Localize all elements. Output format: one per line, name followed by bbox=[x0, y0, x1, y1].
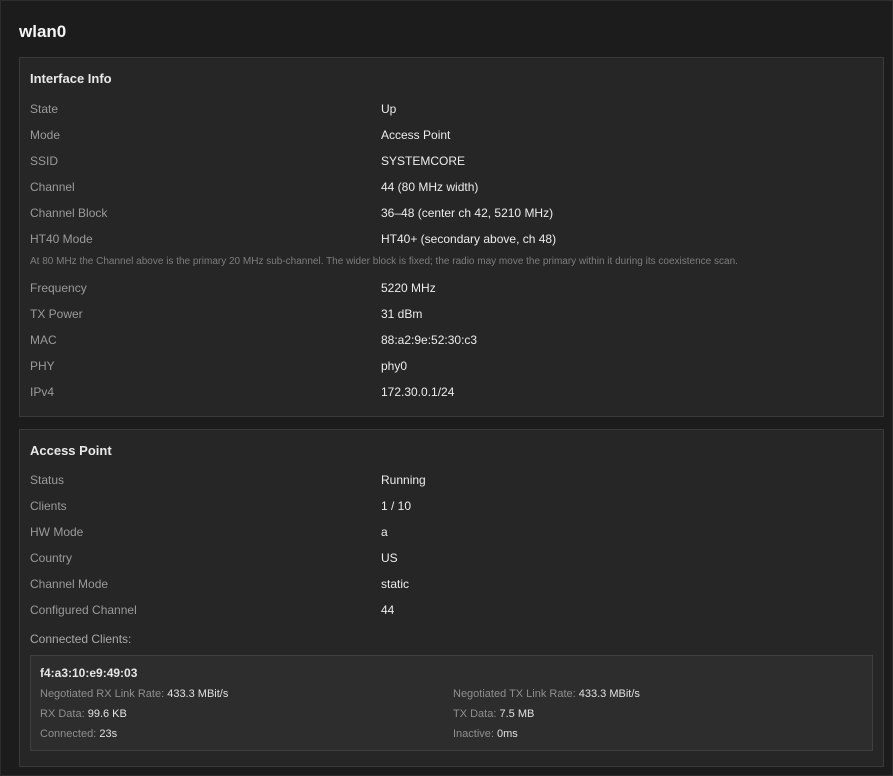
ap-row-clients: Clients 1 / 10 bbox=[30, 499, 870, 517]
ap-label: Clients bbox=[30, 499, 67, 513]
ap-label: HW Mode bbox=[30, 525, 84, 539]
client-tx-data: TX Data: 7.5 MB bbox=[453, 708, 534, 720]
info-row-mac: MAC 88:a2:9e:52:30:c3 bbox=[30, 333, 870, 351]
ap-row-country: Country US bbox=[30, 551, 870, 569]
stat-value: 23s bbox=[99, 728, 118, 740]
info-label: PHY bbox=[30, 359, 55, 373]
page-title: wlan0 bbox=[19, 22, 67, 41]
ap-value: 1 / 10 bbox=[381, 499, 412, 513]
interface-info-title: Interface Info bbox=[30, 71, 112, 86]
client-tx-rate: Negotiated TX Link Rate: 433.3 MBit/s bbox=[453, 688, 640, 700]
access-point-title: Access Point bbox=[30, 443, 112, 458]
stat-value: 433.3 MBit/s bbox=[167, 688, 229, 700]
ap-value: a bbox=[381, 525, 388, 539]
client-rx-data: RX Data: 99.6 KB bbox=[40, 708, 127, 720]
info-value: SYSTEMCORE bbox=[381, 154, 466, 168]
info-row-ipv4: IPv4 172.30.0.1/24 bbox=[30, 385, 870, 403]
info-value: 44 (80 MHz width) bbox=[381, 180, 479, 194]
info-label: Channel bbox=[30, 180, 75, 194]
info-row-channel: Channel 44 (80 MHz width) bbox=[30, 180, 870, 198]
stat-key: RX Data: bbox=[40, 708, 85, 720]
info-row-mode: Mode Access Point bbox=[30, 128, 870, 146]
info-label: IPv4 bbox=[30, 385, 55, 399]
client-card[interactable]: f4:a3:10:e9:49:03 Negotiated RX Link Rat… bbox=[30, 655, 873, 751]
info-value: 36–48 (center ch 42, 5210 MHz) bbox=[381, 206, 554, 220]
info-label: Channel Block bbox=[30, 206, 108, 220]
info-label: MAC bbox=[30, 333, 57, 347]
ap-label: Country bbox=[30, 551, 73, 565]
stat-value: 0ms bbox=[497, 728, 518, 740]
info-row-tx-power: TX Power 31 dBm bbox=[30, 307, 870, 325]
ap-row-configured-channel: Configured Channel 44 bbox=[30, 603, 870, 621]
connected-clients-heading: Connected Clients: bbox=[30, 632, 132, 646]
info-row-ssid: SSID SYSTEMCORE bbox=[30, 154, 870, 172]
stat-key: Negotiated TX Link Rate: bbox=[453, 688, 576, 700]
info-row-ht40-mode: HT40 Mode HT40+ (secondary above, ch 48) bbox=[30, 232, 870, 250]
access-point-card: Access Point Status Running Clients 1 / … bbox=[19, 429, 884, 767]
stat-key: Inactive: bbox=[453, 728, 494, 740]
info-value: 88:a2:9e:52:30:c3 bbox=[381, 333, 478, 347]
info-value: Up bbox=[381, 102, 397, 116]
ap-value: Running bbox=[381, 473, 426, 487]
ap-label: Configured Channel bbox=[30, 603, 137, 617]
info-label: HT40 Mode bbox=[30, 232, 93, 246]
info-row-channel-block: Channel Block 36–48 (center ch 42, 5210 … bbox=[30, 206, 870, 224]
interface-page: wlan0 Interface Info State Up Mode Acces… bbox=[0, 0, 893, 776]
ap-row-channel-mode: Channel Mode static bbox=[30, 577, 870, 595]
ap-value: US bbox=[381, 551, 398, 565]
info-row-state: State Up bbox=[30, 102, 870, 120]
info-label: Mode bbox=[30, 128, 61, 142]
stat-key: Connected: bbox=[40, 728, 97, 740]
client-rx-rate: Negotiated RX Link Rate: 433.3 MBit/s bbox=[40, 688, 228, 700]
info-label: SSID bbox=[30, 154, 59, 168]
info-value: HT40+ (secondary above, ch 48) bbox=[381, 232, 557, 246]
stat-value: 99.6 KB bbox=[87, 708, 127, 720]
info-row-frequency: Frequency 5220 MHz bbox=[30, 281, 870, 299]
client-connected: Connected: 23s bbox=[40, 728, 117, 740]
info-row-phy: PHY phy0 bbox=[30, 359, 870, 377]
ap-row-status: Status Running bbox=[30, 473, 870, 491]
stat-key: TX Data: bbox=[453, 708, 497, 720]
channel-note: At 80 MHz the Channel above is the prima… bbox=[30, 256, 738, 267]
interface-info-card: Interface Info State Up Mode Access Poin… bbox=[19, 57, 884, 417]
info-value: phy0 bbox=[381, 359, 408, 373]
stat-value: 7.5 MB bbox=[499, 708, 535, 720]
info-value: 31 dBm bbox=[381, 307, 423, 321]
info-label: State bbox=[30, 102, 59, 116]
info-value: Access Point bbox=[381, 128, 451, 142]
ap-label: Channel Mode bbox=[30, 577, 109, 591]
stat-value: 433.3 MBit/s bbox=[578, 688, 640, 700]
stat-key: Negotiated RX Link Rate: bbox=[40, 688, 165, 700]
ap-value: static bbox=[381, 577, 410, 591]
info-label: TX Power bbox=[30, 307, 83, 321]
ap-value: 44 bbox=[381, 603, 395, 617]
ap-row-hw-mode: HW Mode a bbox=[30, 525, 870, 543]
client-inactive: Inactive: 0ms bbox=[453, 728, 518, 740]
client-mac: f4:a3:10:e9:49:03 bbox=[40, 666, 138, 680]
info-value: 5220 MHz bbox=[381, 281, 436, 295]
ap-label: Status bbox=[30, 473, 65, 487]
info-value: 172.30.0.1/24 bbox=[381, 385, 455, 399]
info-label: Frequency bbox=[30, 281, 87, 295]
